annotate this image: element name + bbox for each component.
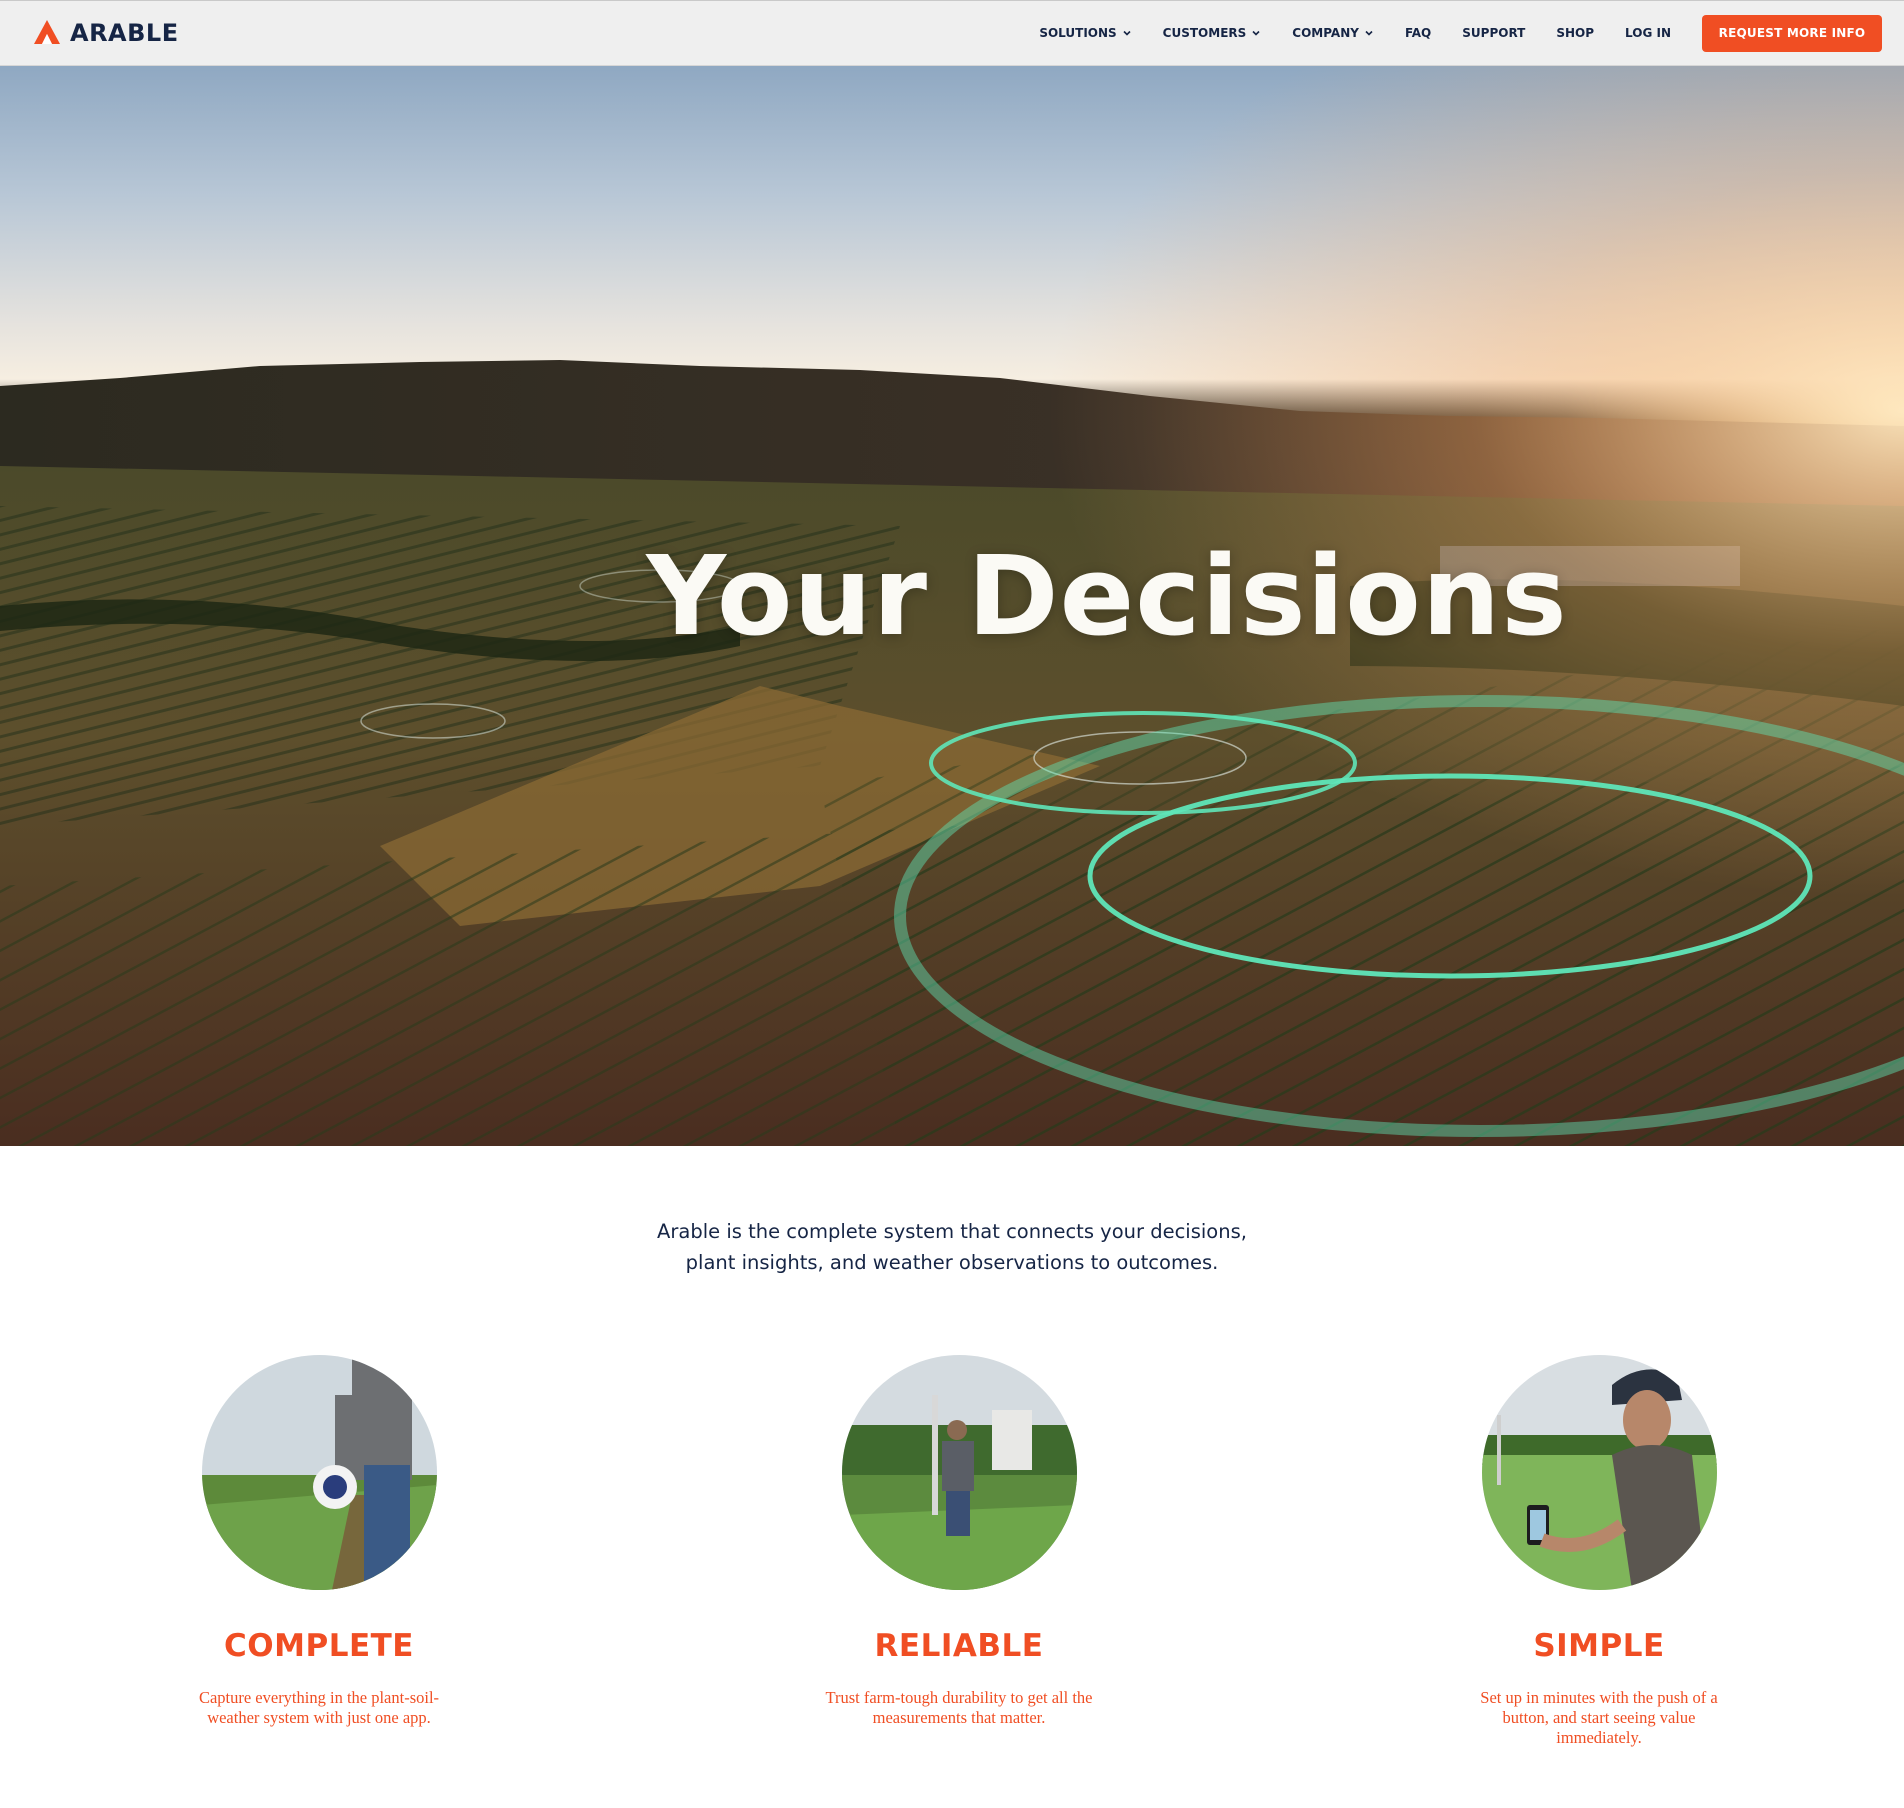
feature-reliable-description: Trust farm-tough durability to get all t… <box>825 1688 1093 1727</box>
feature-reliable-title: RELIABLE <box>874 1628 1044 1664</box>
nav-company[interactable]: COMPANY <box>1292 26 1374 40</box>
logo-text: ARABLE <box>70 19 179 47</box>
intro-section: Arable is the complete system that conne… <box>0 1216 1904 1278</box>
chevron-down-icon <box>1364 28 1374 38</box>
feature-complete-description: Capture everything in the plant-soil-wea… <box>198 1688 440 1727</box>
nav-solutions-label: SOLUTIONS <box>1039 26 1117 40</box>
hero-section: Your Decisions <box>0 66 1904 1146</box>
nav-solutions[interactable]: SOLUTIONS <box>1039 26 1131 40</box>
feature-reliable: RELIABLE Trust farm-tough durability to … <box>749 1355 1169 1728</box>
nav-log-in[interactable]: LOG IN <box>1625 26 1671 40</box>
nav-shop-label: SHOP <box>1556 26 1595 40</box>
nav-faq[interactable]: FAQ <box>1405 26 1431 40</box>
chevron-down-icon <box>1251 28 1261 38</box>
arable-logo-icon <box>34 20 60 44</box>
nav-customers[interactable]: CUSTOMERS <box>1163 26 1262 40</box>
nav-company-label: COMPANY <box>1292 26 1359 40</box>
feature-complete: COMPLETE Capture everything in the plant… <box>109 1355 529 1728</box>
feature-simple-photo <box>1481 1355 1717 1590</box>
feature-reliable-photo <box>841 1355 1077 1590</box>
nav-faq-label: FAQ <box>1404 26 1432 40</box>
arable-logo[interactable]: ARABLE <box>32 18 179 48</box>
request-more-info-button[interactable]: REQUEST MORE INFO <box>1702 14 1882 52</box>
feature-simple: SIMPLE Set up in minutes with the push o… <box>1389 1355 1809 1748</box>
main-nav: SOLUTIONS CUSTOMERS COMPANY FAQ SUPPORT … <box>1039 1 1882 65</box>
feature-simple-description: Set up in minutes with the push of a but… <box>1480 1688 1718 1747</box>
feature-complete-title: COMPLETE <box>224 1628 414 1664</box>
feature-complete-photo <box>201 1355 437 1590</box>
feature-simple-title: SIMPLE <box>1533 1628 1665 1664</box>
hero-title: Your Decisions <box>646 532 1568 660</box>
nav-support-label: SUPPORT <box>1462 26 1526 40</box>
nav-customers-label: CUSTOMERS <box>1162 26 1247 40</box>
intro-text: Arable is the complete system that conne… <box>657 1220 1247 1274</box>
chevron-down-icon <box>1122 28 1132 38</box>
nav-support[interactable]: SUPPORT <box>1462 26 1525 40</box>
site-header: ARABLE SOLUTIONS CUSTOMERS COMPANY FAQ S… <box>0 0 1904 66</box>
nav-shop[interactable]: SHOP <box>1556 26 1594 40</box>
nav-log-in-label: LOG IN <box>1625 26 1671 40</box>
